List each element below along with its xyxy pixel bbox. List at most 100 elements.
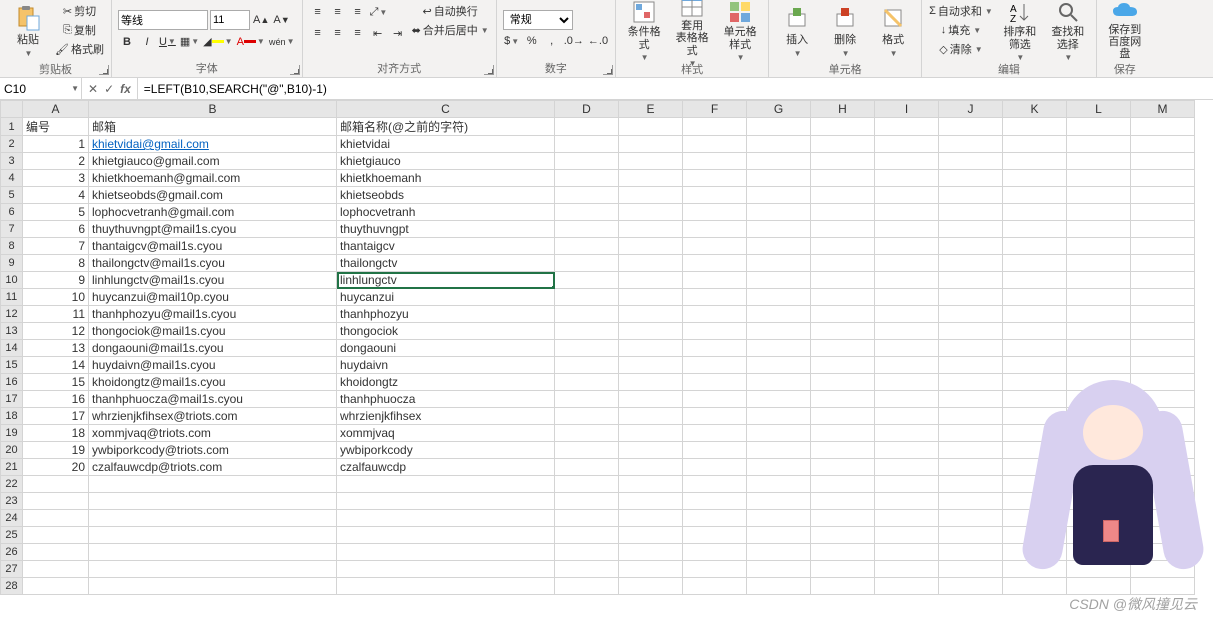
- cell[interactable]: [619, 459, 683, 476]
- cell[interactable]: 编号: [23, 118, 89, 136]
- cell[interactable]: [555, 510, 619, 527]
- row-header[interactable]: 10: [1, 272, 23, 289]
- cell[interactable]: [875, 561, 939, 578]
- cell[interactable]: [875, 221, 939, 238]
- cell[interactable]: [619, 527, 683, 544]
- cell[interactable]: [555, 408, 619, 425]
- align-middle-button[interactable]: ≡: [329, 3, 347, 21]
- cell[interactable]: [683, 510, 747, 527]
- decrease-font-button[interactable]: A▼: [272, 11, 290, 29]
- cell[interactable]: [619, 238, 683, 255]
- cell[interactable]: [1003, 578, 1067, 595]
- cell[interactable]: [619, 204, 683, 221]
- cell[interactable]: khietkhoemanh: [337, 170, 555, 187]
- cell[interactable]: [683, 442, 747, 459]
- cell[interactable]: [1003, 221, 1067, 238]
- cut-button[interactable]: ✂ 剪切: [54, 2, 105, 20]
- cell[interactable]: [875, 357, 939, 374]
- increase-decimal-button[interactable]: .0→: [563, 32, 585, 50]
- row-header[interactable]: 6: [1, 204, 23, 221]
- cell[interactable]: ywbiporkcody: [337, 442, 555, 459]
- row-header[interactable]: 14: [1, 340, 23, 357]
- cell[interactable]: [939, 340, 1003, 357]
- row-header[interactable]: 21: [1, 459, 23, 476]
- name-box[interactable]: ▼: [0, 78, 82, 99]
- cell[interactable]: [683, 544, 747, 561]
- cell[interactable]: thongociok: [337, 323, 555, 340]
- cell[interactable]: [1067, 118, 1131, 136]
- cell[interactable]: [619, 578, 683, 595]
- cell[interactable]: [1131, 442, 1195, 459]
- row-header[interactable]: 19: [1, 425, 23, 442]
- cell[interactable]: [811, 374, 875, 391]
- cell[interactable]: czalfauwcdp: [337, 459, 555, 476]
- number-format-select[interactable]: 常规: [503, 10, 573, 30]
- cell[interactable]: huycanzui: [337, 289, 555, 306]
- cell[interactable]: thailongctv@mail1s.cyou: [89, 255, 337, 272]
- cell[interactable]: 13: [23, 340, 89, 357]
- bold-button[interactable]: B: [118, 33, 136, 51]
- row-header[interactable]: 1: [1, 118, 23, 136]
- cell[interactable]: [555, 374, 619, 391]
- cell[interactable]: [811, 221, 875, 238]
- cell[interactable]: 7: [23, 238, 89, 255]
- cell[interactable]: [1131, 136, 1195, 153]
- cell[interactable]: huydaivn: [337, 357, 555, 374]
- cell[interactable]: [1003, 561, 1067, 578]
- indent-decrease-button[interactable]: ⇤: [369, 24, 387, 42]
- cell[interactable]: 16: [23, 391, 89, 408]
- cell[interactable]: [747, 425, 811, 442]
- cell[interactable]: [1003, 306, 1067, 323]
- col-header-E[interactable]: E: [619, 101, 683, 118]
- cell[interactable]: [555, 442, 619, 459]
- format-cells-button[interactable]: 格式▼: [871, 2, 915, 60]
- cell[interactable]: [619, 391, 683, 408]
- cell[interactable]: [683, 136, 747, 153]
- cell[interactable]: [811, 136, 875, 153]
- cell[interactable]: [747, 374, 811, 391]
- row-header[interactable]: 13: [1, 323, 23, 340]
- cell[interactable]: [747, 204, 811, 221]
- cell[interactable]: [747, 442, 811, 459]
- cell[interactable]: [811, 493, 875, 510]
- cell[interactable]: [1067, 425, 1131, 442]
- cell[interactable]: [683, 170, 747, 187]
- cell[interactable]: [811, 153, 875, 170]
- cell[interactable]: 14: [23, 357, 89, 374]
- cell[interactable]: [89, 544, 337, 561]
- row-header[interactable]: 20: [1, 442, 23, 459]
- cell[interactable]: khietseobds: [337, 187, 555, 204]
- row-header[interactable]: 7: [1, 221, 23, 238]
- currency-button[interactable]: $▼: [503, 32, 521, 50]
- cell[interactable]: thailongctv: [337, 255, 555, 272]
- cell[interactable]: [1003, 357, 1067, 374]
- cell[interactable]: [939, 238, 1003, 255]
- cell[interactable]: 15: [23, 374, 89, 391]
- phonetic-button[interactable]: wén▼: [268, 33, 296, 51]
- cell[interactable]: [1003, 118, 1067, 136]
- cell[interactable]: [1067, 289, 1131, 306]
- cell[interactable]: [811, 204, 875, 221]
- cell[interactable]: [1067, 510, 1131, 527]
- orientation-button[interactable]: ⤢▼: [369, 3, 389, 21]
- font-size-select[interactable]: [210, 10, 250, 30]
- cell[interactable]: [1067, 493, 1131, 510]
- cell[interactable]: [747, 391, 811, 408]
- cell[interactable]: [811, 442, 875, 459]
- number-dialog-launcher[interactable]: [603, 65, 613, 75]
- cell[interactable]: [1003, 544, 1067, 561]
- cell[interactable]: 17: [23, 408, 89, 425]
- align-top-button[interactable]: ≡: [309, 3, 327, 21]
- cell[interactable]: [939, 425, 1003, 442]
- row-header[interactable]: 28: [1, 578, 23, 595]
- cell[interactable]: [875, 255, 939, 272]
- save-baidu-button[interactable]: 保存到 百度网盘: [1103, 2, 1147, 60]
- decrease-decimal-button[interactable]: ←.0: [587, 32, 609, 50]
- cell[interactable]: [337, 561, 555, 578]
- cell[interactable]: [1131, 187, 1195, 204]
- row-header[interactable]: 3: [1, 153, 23, 170]
- cell[interactable]: whrzienjkfihsex@triots.com: [89, 408, 337, 425]
- cell[interactable]: [1067, 476, 1131, 493]
- cell[interactable]: [337, 510, 555, 527]
- cell[interactable]: [555, 153, 619, 170]
